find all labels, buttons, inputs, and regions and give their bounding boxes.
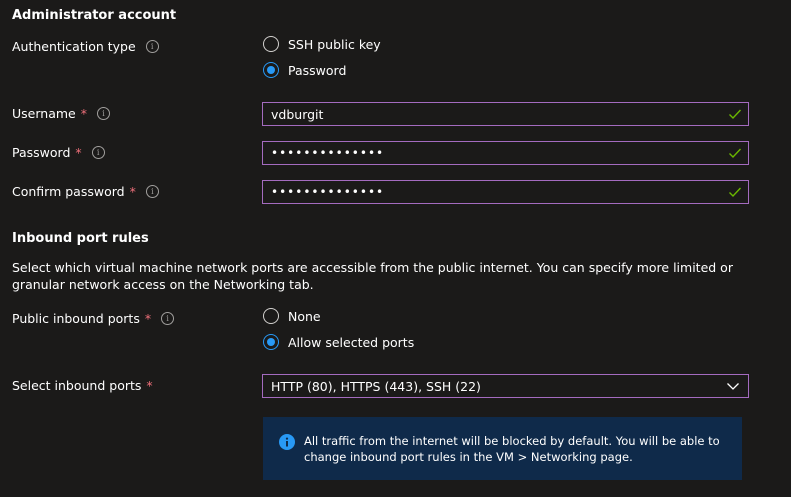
radio-circle[interactable] <box>263 308 279 324</box>
password-label: Password * i <box>12 145 105 160</box>
info-notice-box: All traffic from the internet will be bl… <box>263 417 742 480</box>
radio-allow-selected-ports[interactable]: Allow selected ports <box>263 334 414 350</box>
radio-label: Allow selected ports <box>288 334 415 350</box>
info-icon <box>279 434 295 450</box>
info-icon[interactable]: i <box>96 107 110 120</box>
inbound-ports-value[interactable]: HTTP (80), HTTPS (443), SSH (22) <box>271 379 726 394</box>
radio-circle[interactable] <box>263 36 279 52</box>
select-inbound-ports-label-text: Select inbound ports <box>12 378 142 393</box>
auth-type-label: Authentication type i <box>12 39 159 54</box>
public-inbound-ports-label-text: Public inbound ports <box>12 311 140 326</box>
info-icon[interactable]: i <box>91 146 105 159</box>
inbound-ports-dropdown[interactable]: HTTP (80), HTTPS (443), SSH (22) <box>262 374 749 398</box>
radio-label: Password <box>288 62 347 78</box>
confirm-password-label: Confirm password * i <box>12 184 159 199</box>
admin-section-title: Administrator account <box>12 8 177 23</box>
password-input[interactable]: •••••••••••••• <box>262 141 749 165</box>
public-inbound-ports-label: Public inbound ports * i <box>12 311 175 326</box>
confirm-password-value[interactable]: •••••••••••••• <box>271 185 728 199</box>
radio-none[interactable]: None <box>263 308 321 324</box>
check-icon <box>729 148 742 159</box>
confirm-password-label-text: Confirm password <box>12 184 125 199</box>
check-icon <box>729 187 742 198</box>
info-notice-text: All traffic from the internet will be bl… <box>304 434 720 464</box>
chevron-down-icon[interactable] <box>726 379 740 393</box>
username-input[interactable]: vdburgit <box>262 102 749 126</box>
username-label-text: Username <box>12 106 76 121</box>
info-icon[interactable]: i <box>145 185 159 198</box>
inbound-description: Select which virtual machine network por… <box>12 260 733 292</box>
radio-label: None <box>288 308 321 324</box>
info-icon[interactable]: i <box>145 40 159 53</box>
required-marker: * <box>80 106 87 121</box>
password-label-text: Password <box>12 145 71 160</box>
required-marker: * <box>75 145 82 160</box>
check-icon <box>729 109 742 120</box>
password-value[interactable]: •••••••••••••• <box>271 146 728 160</box>
radio-circle-checked[interactable] <box>263 62 279 78</box>
radio-circle-checked[interactable] <box>263 334 279 350</box>
required-marker: * <box>146 378 153 393</box>
select-inbound-ports-label: Select inbound ports * <box>12 378 153 393</box>
username-label: Username * i <box>12 106 110 121</box>
radio-ssh-public-key[interactable]: SSH public key <box>263 36 381 52</box>
required-marker: * <box>129 184 136 199</box>
required-marker: * <box>144 311 152 326</box>
info-icon[interactable]: i <box>161 312 175 325</box>
radio-label: SSH public key <box>288 36 381 52</box>
auth-type-label-text: Authentication type <box>12 39 136 54</box>
radio-password[interactable]: Password <box>263 62 346 78</box>
inbound-section-title: Inbound port rules <box>12 231 149 246</box>
confirm-password-input[interactable]: •••••••••••••• <box>262 180 749 204</box>
username-value[interactable]: vdburgit <box>271 107 728 122</box>
